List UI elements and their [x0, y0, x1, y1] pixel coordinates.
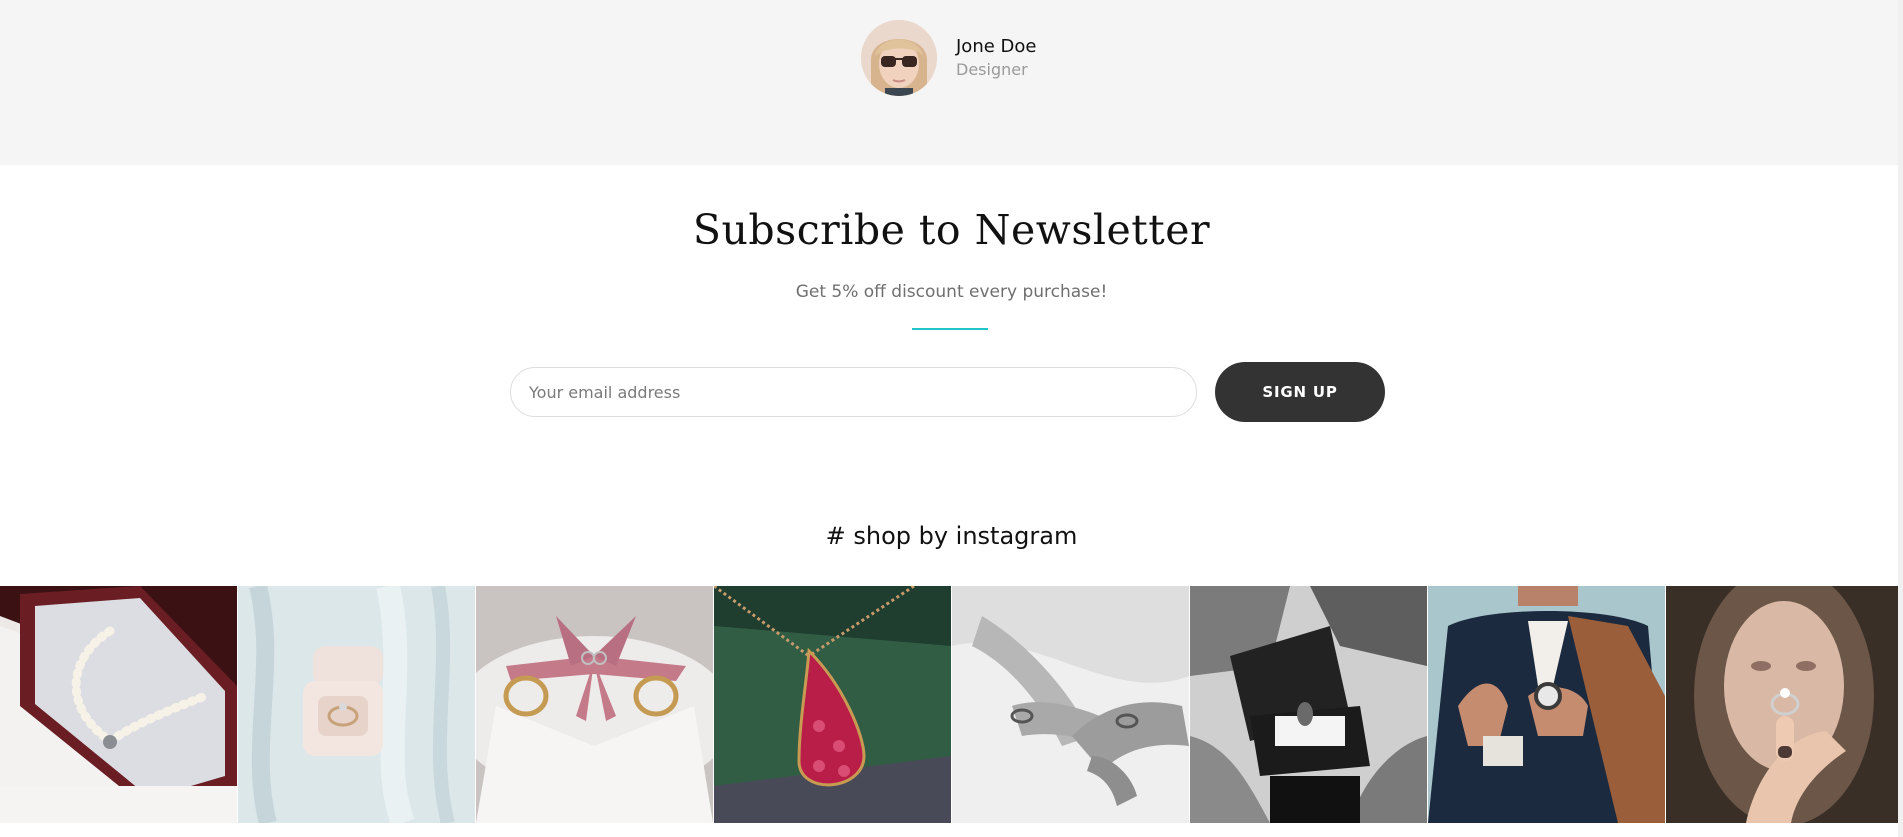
wedding-rings-ribbon-photo [476, 586, 713, 823]
instagram-item-woman-ring[interactable] [1666, 586, 1903, 823]
email-input[interactable] [510, 367, 1197, 417]
author-role: Designer [956, 59, 1028, 79]
signup-button[interactable]: SIGN UP [1215, 362, 1385, 422]
instagram-item-man-watch[interactable] [1428, 586, 1665, 823]
instagram-item-hands-rings[interactable] [952, 586, 1189, 823]
author-name: Jone Doe [956, 35, 1037, 57]
pearl-necklace-photo [0, 586, 237, 823]
instagram-heading: # shop by instagram [825, 522, 1078, 550]
woman-showing-ring-photo [1666, 586, 1903, 823]
ruby-pendant-photo [714, 586, 951, 823]
instagram-item-ring-box[interactable] [238, 586, 475, 823]
accent-divider [912, 328, 988, 330]
instagram-item-wedding-rings[interactable] [476, 586, 713, 823]
ring-box-proposal-photo [1190, 586, 1427, 823]
instagram-item-proposal-ring[interactable] [1190, 586, 1427, 823]
ring-box-photo [238, 586, 475, 823]
page-scrollbar[interactable] [1898, 0, 1903, 837]
page: Jone Doe Designer Subscribe to Newslette… [0, 0, 1903, 837]
avatar [861, 20, 937, 96]
hands-with-rings-photo [952, 586, 1189, 823]
testimonial-author: Jone Doe Designer [861, 20, 1036, 96]
instagram-item-pearl-necklace[interactable] [0, 586, 237, 823]
instagram-item-ruby-pendant[interactable] [714, 586, 951, 823]
newsletter-subtitle: Get 5% off discount every purchase! [795, 282, 1108, 302]
testimonial-strip: Jone Doe Designer [0, 0, 1903, 165]
instagram-grid [0, 586, 1903, 823]
newsletter-title: Subscribe to Newsletter [692, 206, 1211, 254]
author-info: Jone Doe Designer [956, 35, 1037, 79]
man-with-watch-photo [1428, 586, 1665, 823]
